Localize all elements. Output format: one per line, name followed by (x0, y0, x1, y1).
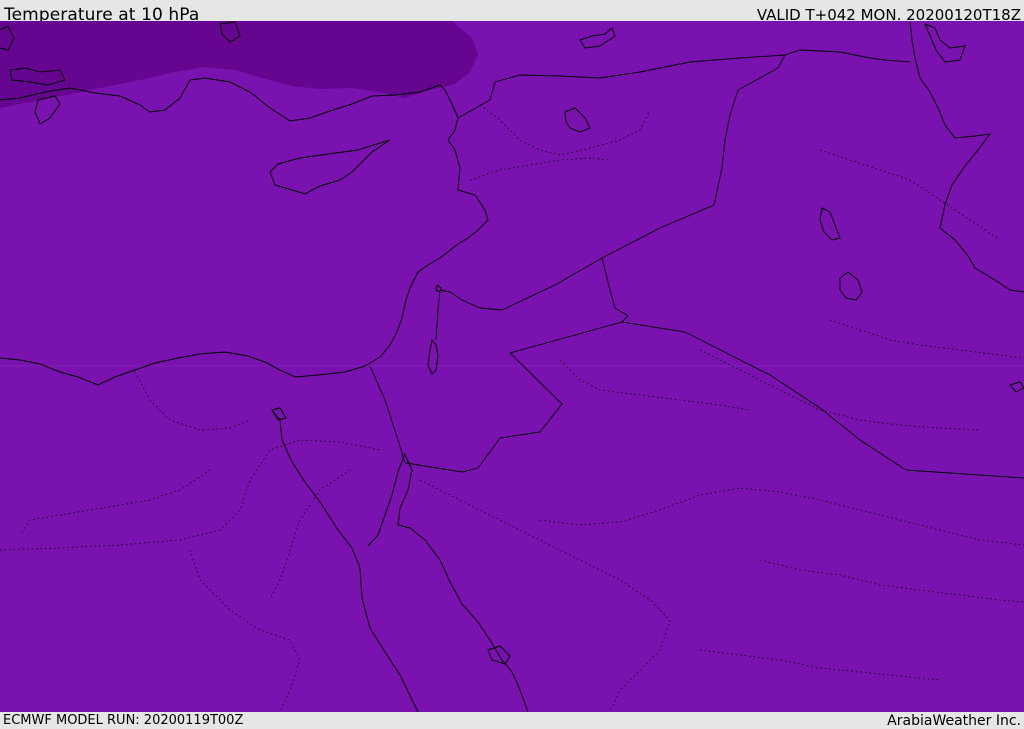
footer-bar: ECMWF MODEL RUN: 20200119T00Z ArabiaWeat… (0, 712, 1024, 729)
header-bar: Temperature at 10 hPa VALID T+042 MON. 2… (0, 0, 1024, 25)
temperature-fill (0, 21, 1024, 712)
forecast-map-frame: Temperature at 10 hPa VALID T+042 MON. 2… (0, 0, 1024, 729)
model-run-label: ECMWF MODEL RUN: 20200119T00Z (3, 713, 244, 728)
temperature-map[interactable] (0, 21, 1024, 712)
credit-label: ArabiaWeather Inc. (887, 713, 1021, 729)
